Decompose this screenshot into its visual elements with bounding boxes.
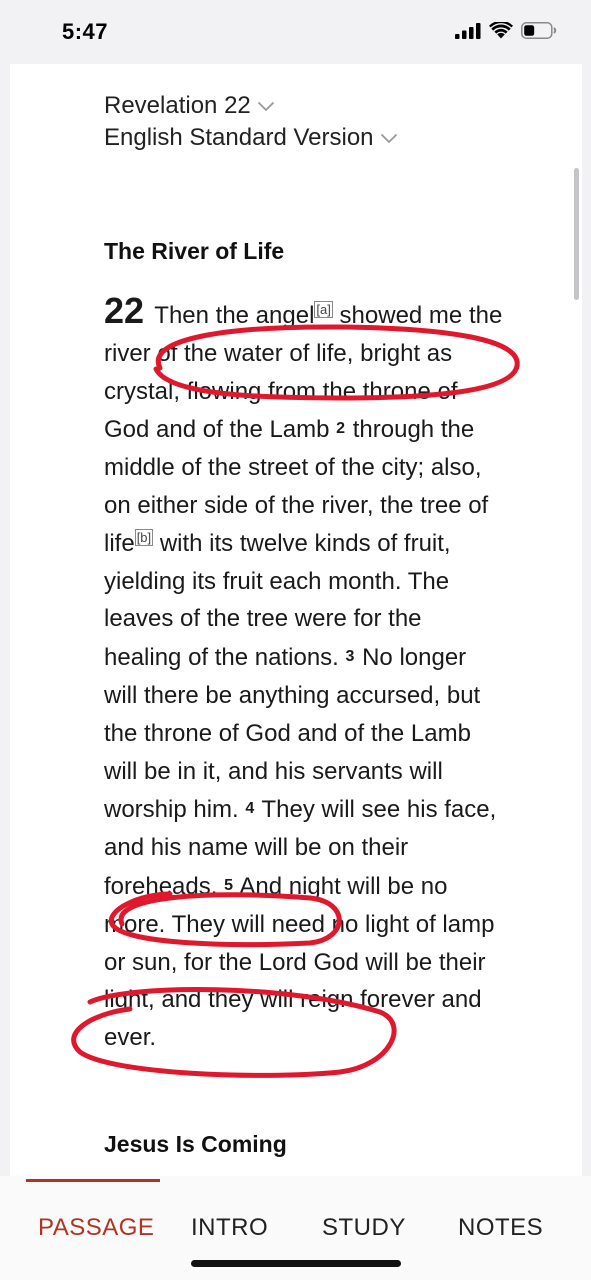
tab-notes[interactable]: NOTES bbox=[458, 1214, 543, 1242]
version-selector[interactable]: English Standard Version bbox=[104, 124, 398, 152]
tab-passage[interactable]: PASSAGE bbox=[38, 1214, 154, 1242]
chapter-number: 22 bbox=[104, 290, 145, 331]
tab-intro[interactable]: INTRO bbox=[191, 1214, 268, 1242]
chevron-down-icon bbox=[380, 133, 397, 143]
book-chapter-label: Revelation 22 bbox=[104, 92, 251, 119]
verse-number: 5 bbox=[224, 876, 233, 894]
tab-bar: PASSAGE INTRO STUDY NOTES bbox=[0, 1176, 591, 1280]
chevron-down-icon bbox=[257, 101, 274, 111]
verse-text: Then the angel bbox=[154, 302, 315, 329]
active-tab-indicator bbox=[26, 1179, 160, 1182]
verse-number: 2 bbox=[336, 420, 346, 438]
section-heading: The River of Life bbox=[104, 238, 285, 264]
passage-view[interactable]: Revelation 22 English Standard Version T… bbox=[10, 64, 582, 1176]
version-label: English Standard Version bbox=[104, 124, 374, 151]
battery-icon bbox=[521, 22, 557, 39]
scrollbar[interactable] bbox=[574, 168, 579, 300]
status-icons bbox=[455, 22, 557, 39]
home-indicator[interactable] bbox=[191, 1260, 401, 1267]
section-heading: Jesus Is Coming bbox=[104, 1131, 287, 1157]
status-time: 5:47 bbox=[62, 19, 109, 44]
status-bar: 5:47 bbox=[0, 0, 591, 64]
footnote-link[interactable]: [a] bbox=[314, 301, 333, 318]
passage-text: 22 Then the angel [a] showed me the river… bbox=[104, 293, 504, 1057]
signal-icon bbox=[455, 22, 481, 39]
wifi-icon bbox=[489, 22, 513, 39]
footnote-link[interactable]: [b] bbox=[134, 528, 154, 546]
verse-number: 3 bbox=[345, 648, 355, 666]
verse-number: 4 bbox=[245, 800, 255, 818]
tab-study[interactable]: STUDY bbox=[322, 1214, 406, 1242]
book-chapter-selector[interactable]: Revelation 22 bbox=[104, 92, 275, 120]
